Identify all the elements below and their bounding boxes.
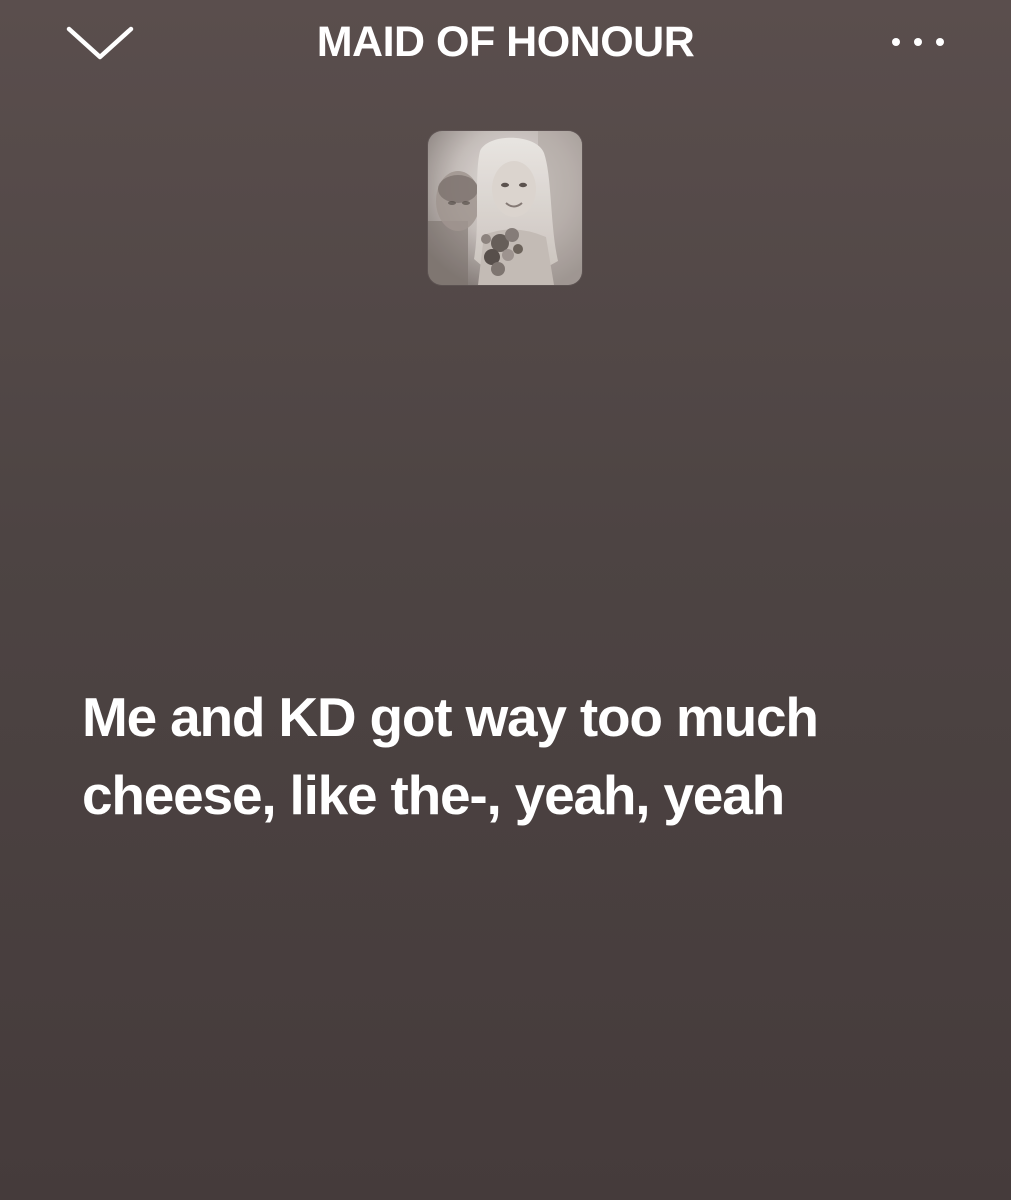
lyric-line[interactable]: cheese, like the-, yeah, yeah [82, 756, 962, 834]
album-artwork[interactable] [428, 131, 582, 285]
more-horizontal-icon [892, 38, 944, 46]
album-art-image [428, 131, 582, 285]
lyrics-block: Me and KD got way too much cheese, like … [82, 678, 962, 834]
song-title: MAID OF HONOUR [316, 18, 695, 66]
header-bar: MAID OF HONOUR [0, 0, 1011, 90]
lyric-line[interactable]: Me and KD got way too much [82, 678, 962, 756]
more-options-button[interactable] [883, 20, 953, 64]
lyrics-screen: MAID OF HONOUR Me and KD got way too muc… [0, 0, 1011, 1200]
